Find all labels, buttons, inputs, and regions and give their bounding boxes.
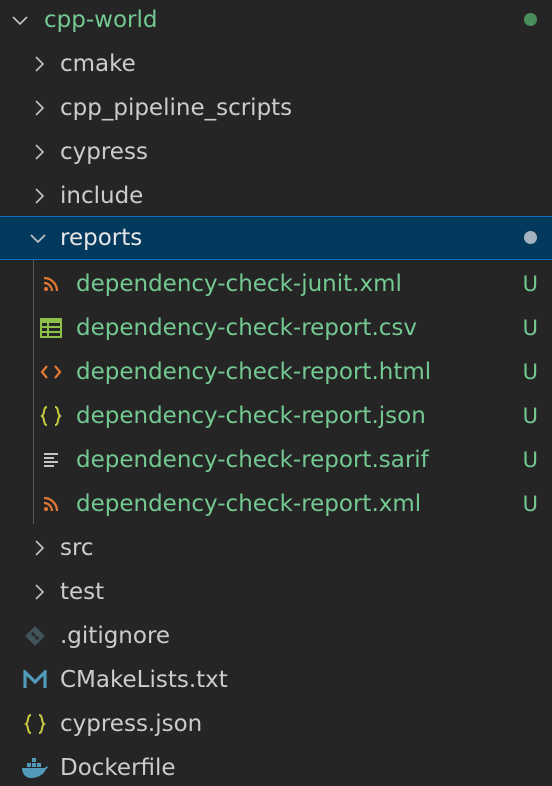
git-icon	[23, 624, 47, 648]
file-row-dockerfile[interactable]: Dockerfile	[0, 746, 552, 786]
untracked-badge: U	[522, 316, 538, 340]
chevron-right-icon	[31, 100, 47, 116]
folder-label: include	[60, 183, 144, 209]
folder-label: reports	[60, 225, 143, 251]
folder-label: cmake	[60, 51, 136, 77]
chevron-right-icon	[31, 188, 47, 204]
untracked-badge: U	[522, 404, 538, 428]
modified-dot	[524, 231, 537, 244]
folder-row-test[interactable]: test	[0, 570, 552, 614]
json-braces-icon	[23, 712, 47, 736]
file-label: Dockerfile	[60, 755, 176, 781]
folder-label: test	[60, 579, 105, 605]
file-row-report-xml[interactable]: dependency-check-report.xml U	[0, 482, 552, 526]
folder-row-cpp-pipeline-scripts[interactable]: cpp_pipeline_scripts	[0, 86, 552, 130]
cmake-m-icon	[23, 668, 47, 692]
rss-icon	[39, 492, 63, 516]
folder-label: cypress	[60, 139, 148, 165]
file-label: CMakeLists.txt	[60, 667, 228, 693]
folder-row-reports[interactable]: reports	[0, 216, 552, 260]
text-lines-icon	[39, 448, 63, 472]
file-row-junit-xml[interactable]: dependency-check-junit.xml U	[0, 262, 552, 306]
folder-row-cpp-world[interactable]: cpp-world	[0, 0, 552, 42]
folder-label: src	[60, 535, 94, 561]
untracked-badge: U	[522, 492, 538, 516]
chevron-right-icon	[31, 56, 47, 72]
untracked-badge: U	[522, 360, 538, 384]
untracked-badge: U	[522, 448, 538, 472]
rss-icon	[39, 272, 63, 296]
file-row-report-json[interactable]: dependency-check-report.json U	[0, 394, 552, 438]
modified-dot	[524, 13, 537, 26]
chevron-down-icon	[12, 12, 28, 28]
file-label: .gitignore	[60, 623, 171, 649]
chevron-right-icon	[31, 144, 47, 160]
file-row-report-sarif[interactable]: dependency-check-report.sarif U	[0, 438, 552, 482]
folder-row-cmake[interactable]: cmake	[0, 42, 552, 86]
file-label: dependency-check-report.html	[76, 359, 432, 385]
json-braces-icon	[39, 404, 63, 428]
file-row-gitignore[interactable]: .gitignore	[0, 614, 552, 658]
folder-row-src[interactable]: src	[0, 526, 552, 570]
html-code-icon	[39, 360, 63, 384]
chevron-right-icon	[31, 584, 47, 600]
file-row-report-csv[interactable]: dependency-check-report.csv U	[0, 306, 552, 350]
file-label: dependency-check-junit.xml	[76, 271, 402, 297]
file-label: dependency-check-report.sarif	[76, 447, 429, 473]
file-label: dependency-check-report.json	[76, 403, 426, 429]
file-label: dependency-check-report.csv	[76, 315, 417, 341]
file-label: dependency-check-report.xml	[76, 491, 422, 517]
folder-row-cypress[interactable]: cypress	[0, 130, 552, 174]
folder-row-include[interactable]: include	[0, 174, 552, 218]
docker-icon	[21, 756, 49, 780]
folder-label: cpp_pipeline_scripts	[60, 95, 293, 121]
chevron-right-icon	[31, 540, 47, 556]
file-row-cmakelists[interactable]: CMakeLists.txt	[0, 658, 552, 702]
untracked-badge: U	[522, 272, 538, 296]
csv-table-icon	[39, 316, 63, 340]
file-row-cypress-json[interactable]: cypress.json	[0, 702, 552, 746]
file-row-report-html[interactable]: dependency-check-report.html U	[0, 350, 552, 394]
file-label: cypress.json	[60, 711, 203, 737]
folder-label: cpp-world	[44, 7, 158, 33]
chevron-down-icon	[30, 230, 46, 246]
explorer-tree: cpp-world cmake cpp_pipeline_scripts cyp…	[0, 0, 552, 786]
